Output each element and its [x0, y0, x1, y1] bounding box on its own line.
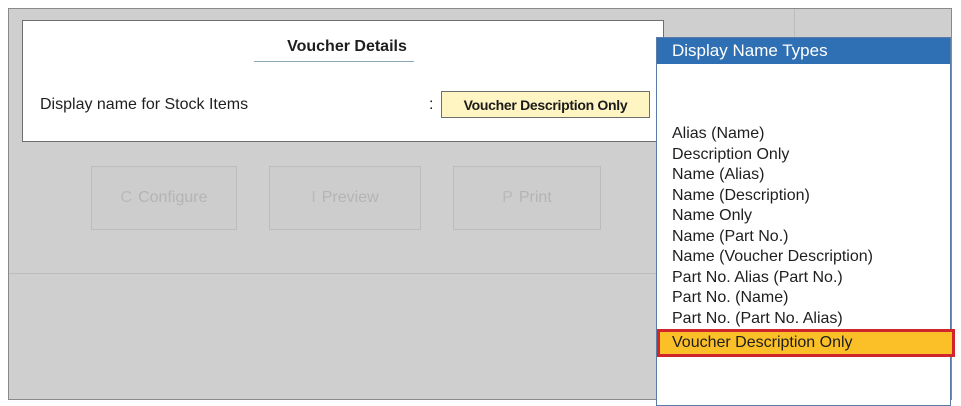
list-item[interactable]: Alias (Name) [657, 124, 950, 145]
preview-button[interactable]: I Preview [269, 166, 421, 230]
display-name-types-list: Display Name Types Alias (Name) Descript… [656, 37, 955, 406]
preview-shortcut-key: I [311, 189, 316, 206]
configure-button[interactable]: C Configure [91, 166, 237, 230]
configure-label: Configure [138, 189, 208, 206]
list-item[interactable]: Name Only [657, 206, 950, 227]
background-divider [9, 273, 665, 274]
list-header: Display Name Types [657, 38, 950, 64]
list-item[interactable]: Name (Description) [657, 186, 950, 207]
title-underline [254, 61, 414, 62]
display-name-field[interactable]: Voucher Description Only [441, 91, 650, 118]
field-colon: : [429, 96, 434, 113]
list-item[interactable]: Part No. (Part No. Alias) [657, 309, 950, 330]
list-item[interactable]: Name (Alias) [657, 165, 950, 186]
list-item[interactable]: Description Only [657, 145, 950, 166]
voucher-details-dialog: Voucher Details Display name for Stock I… [22, 20, 664, 142]
list-item[interactable]: Name (Part No.) [657, 227, 950, 248]
print-label: Print [518, 189, 552, 206]
print-button[interactable]: P Print [453, 166, 601, 230]
list-item[interactable]: Part No. (Name) [657, 288, 950, 309]
preview-label: Preview [321, 189, 379, 206]
list-items: Alias (Name) Description Only Name (Alia… [657, 124, 955, 357]
list-item-selected[interactable]: Voucher Description Only [657, 329, 955, 357]
configure-shortcut-key: C [120, 189, 133, 206]
list-item[interactable]: Name (Voucher Description) [657, 247, 950, 268]
print-shortcut-key: P [502, 189, 513, 206]
display-name-label: Display name for Stock Items [40, 96, 249, 113]
dialog-title: Voucher Details [287, 38, 407, 55]
list-item[interactable]: Part No. Alias (Part No.) [657, 268, 950, 289]
